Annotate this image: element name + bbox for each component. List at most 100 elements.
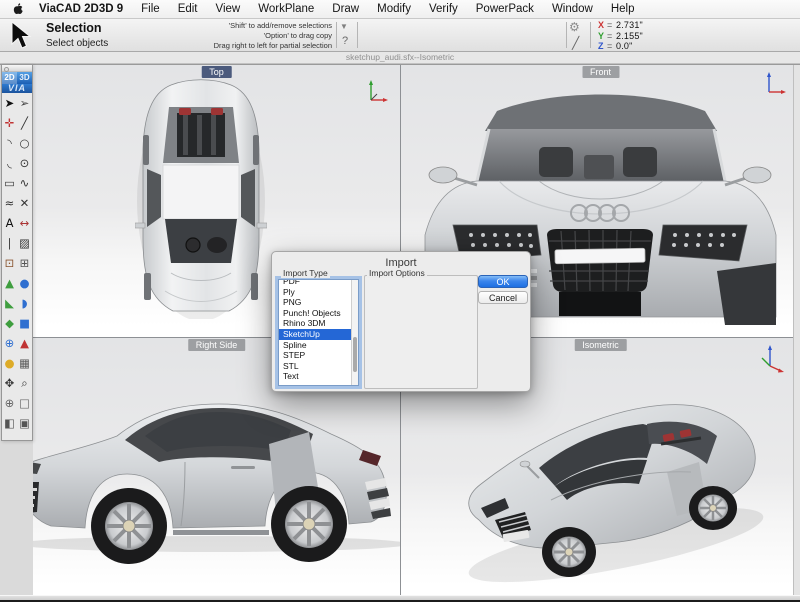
palette-close-icon[interactable] <box>4 67 9 72</box>
import-options-group-label: Import Options <box>367 268 427 278</box>
toolbar-separator <box>336 22 337 48</box>
menu-items: ViaCAD 2D3D 9FileEditViewWorkPlaneDrawMo… <box>30 0 644 18</box>
tool-centerline[interactable]: ∣ <box>2 233 17 253</box>
tool-text[interactable]: A <box>2 213 17 233</box>
chevron-down-icon[interactable]: ▼ <box>340 22 348 31</box>
list-scrollbar[interactable] <box>351 280 358 385</box>
axis-label: Y <box>598 31 607 42</box>
import-type-option[interactable]: Text <box>279 371 358 382</box>
menu-item[interactable]: Help <box>602 0 644 18</box>
car-top-view <box>135 77 267 319</box>
ok-button[interactable]: OK <box>478 275 528 288</box>
axis-label: Z <box>598 41 607 52</box>
tool-cube-wireframe[interactable]: □ <box>17 393 32 413</box>
tool-material[interactable]: ● <box>2 353 17 373</box>
tool-copy[interactable]: ⊞ <box>17 253 32 273</box>
menu-item[interactable]: Draw <box>323 0 368 18</box>
scrollbar-thumb[interactable] <box>353 337 357 373</box>
cancel-button[interactable]: Cancel <box>478 291 528 304</box>
tool-zoom[interactable]: ⌕ <box>17 373 32 393</box>
tool-hints: ’Shift’ to add/remove selections’Option’… <box>140 21 332 51</box>
menu-item[interactable]: WorkPlane <box>249 0 323 18</box>
import-type-option[interactable]: PNG <box>279 297 358 308</box>
palette-tab[interactable]: 2D <box>2 72 17 84</box>
tool-rectangle[interactable]: ▭ <box>2 173 17 193</box>
snap-settings-icon[interactable]: ⚙ <box>569 20 580 34</box>
tool-palette[interactable]: 2D3D VIA ➤➢✛╱◝○◟⊙▭∿≈✕A↔∣▨⊡⊞▲●◣◗◆■⊕▲●▦✥⌕⊕… <box>1 64 33 441</box>
selection-cursor-icon[interactable] <box>9 21 33 55</box>
tool-shaded-view[interactable]: ◧ <box>2 413 17 433</box>
help-icon[interactable]: ? <box>342 35 348 47</box>
equals-sign: = <box>607 31 616 42</box>
active-tool-title: Selection <box>46 21 102 35</box>
palette-tabs: 2D3D <box>2 72 32 84</box>
coordinate-row: X=2.731" <box>598 20 643 31</box>
tool-circle[interactable]: ○ <box>17 133 32 153</box>
menu-item[interactable]: PowerPack <box>467 0 543 18</box>
axis-triad-icon <box>764 71 788 97</box>
tool-curve[interactable]: ◟ <box>2 153 17 173</box>
iso-front-wheel <box>542 527 596 577</box>
axis-triad-icon <box>760 344 786 374</box>
palette-tab[interactable]: 3D <box>17 72 32 84</box>
equals-sign: = <box>607 20 616 31</box>
tool-hatch[interactable]: ▨ <box>17 233 32 253</box>
apple-menu-icon[interactable] <box>12 3 23 16</box>
toolbar-separator <box>357 22 358 48</box>
tool-spline[interactable]: ∿ <box>17 173 32 193</box>
menu-item[interactable]: Modify <box>368 0 420 18</box>
tool-select[interactable]: ➤ <box>2 93 17 113</box>
tool-offset-curve[interactable]: ≈ <box>2 193 17 213</box>
tool-prompt: Select objects <box>46 38 108 49</box>
tool-dimension[interactable]: ↔ <box>17 213 32 233</box>
menu-item[interactable]: ViaCAD 2D3D 9 <box>30 0 132 18</box>
menu-item[interactable]: Window <box>543 0 602 18</box>
coordinate-row: Y=2.155" <box>598 31 643 42</box>
import-type-option[interactable]: STEP <box>279 350 358 361</box>
import-type-option[interactable]: PDF <box>279 279 358 287</box>
import-type-option[interactable]: Spline <box>279 340 358 351</box>
menu-item[interactable]: File <box>132 0 169 18</box>
rear-wheel <box>271 486 347 562</box>
tool-cube[interactable]: ■ <box>17 313 32 333</box>
tool-surface[interactable]: ◣ <box>2 293 17 313</box>
viewport-label-isometric[interactable]: Isometric <box>574 339 627 351</box>
tool-arc[interactable]: ◝ <box>2 133 17 153</box>
import-type-list[interactable]: PDFPlyPNGPunch! ObjectsRhino 3DMSketchUp… <box>278 279 359 386</box>
import-type-group-label: Import Type <box>281 268 330 278</box>
menu-item[interactable]: Verify <box>420 0 467 18</box>
import-type-option[interactable]: Rhino 3DM <box>279 318 358 329</box>
tool-revolve[interactable]: ◗ <box>17 293 32 313</box>
menu-item[interactable]: Edit <box>169 0 207 18</box>
coordinate-row: Z=0.0" <box>598 41 643 52</box>
palette-drag-handle[interactable] <box>2 65 32 72</box>
tool-grid[interactable]: ▦ <box>17 353 32 373</box>
construction-line-icon[interactable]: ╱ <box>572 36 579 50</box>
import-type-scroll-area: PDFPlyPNGPunch! ObjectsRhino 3DMSketchUp… <box>279 279 358 382</box>
tool-boolean-add[interactable]: ⊕ <box>2 333 17 353</box>
tool-pyramid[interactable]: ▲ <box>17 333 32 353</box>
import-type-option[interactable]: Punch! Objects <box>279 308 358 319</box>
tool-point[interactable]: ✛ <box>2 113 17 133</box>
tool-line[interactable]: ╱ <box>17 113 32 133</box>
menu-item[interactable]: View <box>207 0 250 18</box>
tool-move[interactable]: ⊡ <box>2 253 17 273</box>
import-type-option[interactable]: Ply <box>279 287 358 298</box>
viewport-label-top[interactable]: Top <box>201 66 232 78</box>
tool-annotate-view[interactable]: ▣ <box>17 413 32 433</box>
tool-sphere[interactable]: ● <box>17 273 32 293</box>
tool-trim[interactable]: ✕ <box>17 193 32 213</box>
tool-hint-line: ’Option’ to drag copy <box>140 31 332 41</box>
tool-cone[interactable]: ▲ <box>2 273 17 293</box>
tool-options-bar: Selection Select objects ’Shift’ to add/… <box>0 19 800 52</box>
tool-pan[interactable]: ✥ <box>2 373 17 393</box>
viewport-label-right-side[interactable]: Right Side <box>188 339 246 351</box>
viewport-label-front[interactable]: Front <box>582 66 619 78</box>
tool-hint-line: ’Shift’ to add/remove selections <box>140 21 332 31</box>
tool-solid[interactable]: ◆ <box>2 313 17 333</box>
import-type-option[interactable]: STL <box>279 361 358 372</box>
tool-select-open[interactable]: ➢ <box>17 93 32 113</box>
import-type-option[interactable]: SketchUp <box>279 329 358 340</box>
tool-ellipse[interactable]: ⊙ <box>17 153 32 173</box>
tool-sphere-wireframe[interactable]: ⊕ <box>2 393 17 413</box>
